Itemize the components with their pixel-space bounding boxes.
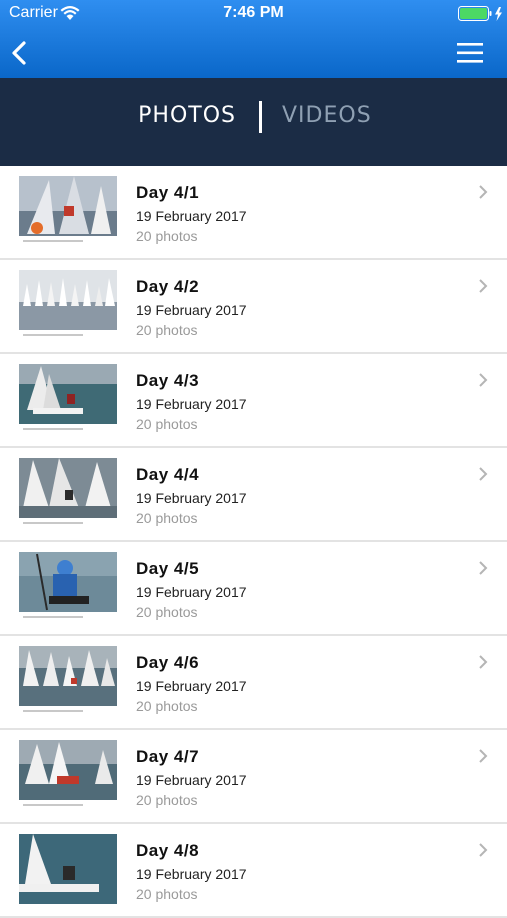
album-photo-count: 20 photos [136,792,198,808]
album-thumbnail [19,740,117,810]
album-title: Day 4/4 [136,465,200,484]
album-title: Day 4/7 [136,747,200,766]
album-thumbnail [19,176,117,246]
album-date: 19 February 2017 [136,772,247,788]
chevron-right-icon [479,373,488,387]
album-photo-count: 20 photos [136,228,198,244]
album-photo-count: 20 photos [136,322,198,338]
album-photo-count: 20 photos [136,510,198,526]
chevron-right-icon [479,843,488,857]
battery-icon [458,6,502,21]
tab-videos[interactable]: VIDEOS [282,103,372,128]
chevron-right-icon [479,279,488,293]
album-row[interactable]: Day 4/1 19 February 2017 20 photos [0,166,507,260]
album-row[interactable]: Day 4/8 19 February 2017 20 photos [0,824,507,918]
back-chevron-icon[interactable] [10,40,30,66]
status-time: 7:46 PM [223,4,284,21]
album-date: 19 February 2017 [136,584,247,600]
album-title: Day 4/1 [136,183,200,202]
chevron-right-icon [479,749,488,763]
album-date: 19 February 2017 [136,678,247,694]
tab-divider [259,101,262,133]
album-list: Day 4/1 19 February 2017 20 photos Day 4… [0,166,507,918]
chevron-right-icon [479,655,488,669]
album-thumbnail [19,364,117,434]
status-bar: Carrier 7:46 PM [0,0,507,28]
album-row[interactable]: Day 4/3 19 February 2017 20 photos [0,354,507,448]
album-title: Day 4/3 [136,371,200,390]
album-photo-count: 20 photos [136,604,198,620]
album-title: Day 4/6 [136,653,200,672]
album-photo-count: 20 photos [136,416,198,432]
album-date: 19 February 2017 [136,208,247,224]
tab-photos[interactable]: PHOTOS [0,103,236,128]
album-title: Day 4/2 [136,277,200,296]
album-title: Day 4/8 [136,841,200,860]
album-row[interactable]: Day 4/4 19 February 2017 20 photos [0,448,507,542]
album-date: 19 February 2017 [136,396,247,412]
album-title: Day 4/5 [136,559,200,578]
chevron-right-icon [479,561,488,575]
album-thumbnail [19,552,117,622]
album-row[interactable]: Day 4/7 19 February 2017 20 photos [0,730,507,824]
album-thumbnail [19,270,117,340]
album-thumbnail [19,834,117,904]
album-thumbnail [19,458,117,528]
chevron-right-icon [479,467,488,481]
album-photo-count: 20 photos [136,698,198,714]
album-thumbnail [19,646,117,716]
album-row[interactable]: Day 4/6 19 February 2017 20 photos [0,636,507,730]
hamburger-menu-icon[interactable] [456,42,484,64]
album-date: 19 February 2017 [136,866,247,882]
album-row[interactable]: Day 4/5 19 February 2017 20 photos [0,542,507,636]
album-row[interactable]: Day 4/2 19 February 2017 20 photos [0,260,507,354]
album-date: 19 February 2017 [136,490,247,506]
navigation-header: Carrier 7:46 PM [0,0,507,78]
chevron-right-icon [479,185,488,199]
album-date: 19 February 2017 [136,302,247,318]
